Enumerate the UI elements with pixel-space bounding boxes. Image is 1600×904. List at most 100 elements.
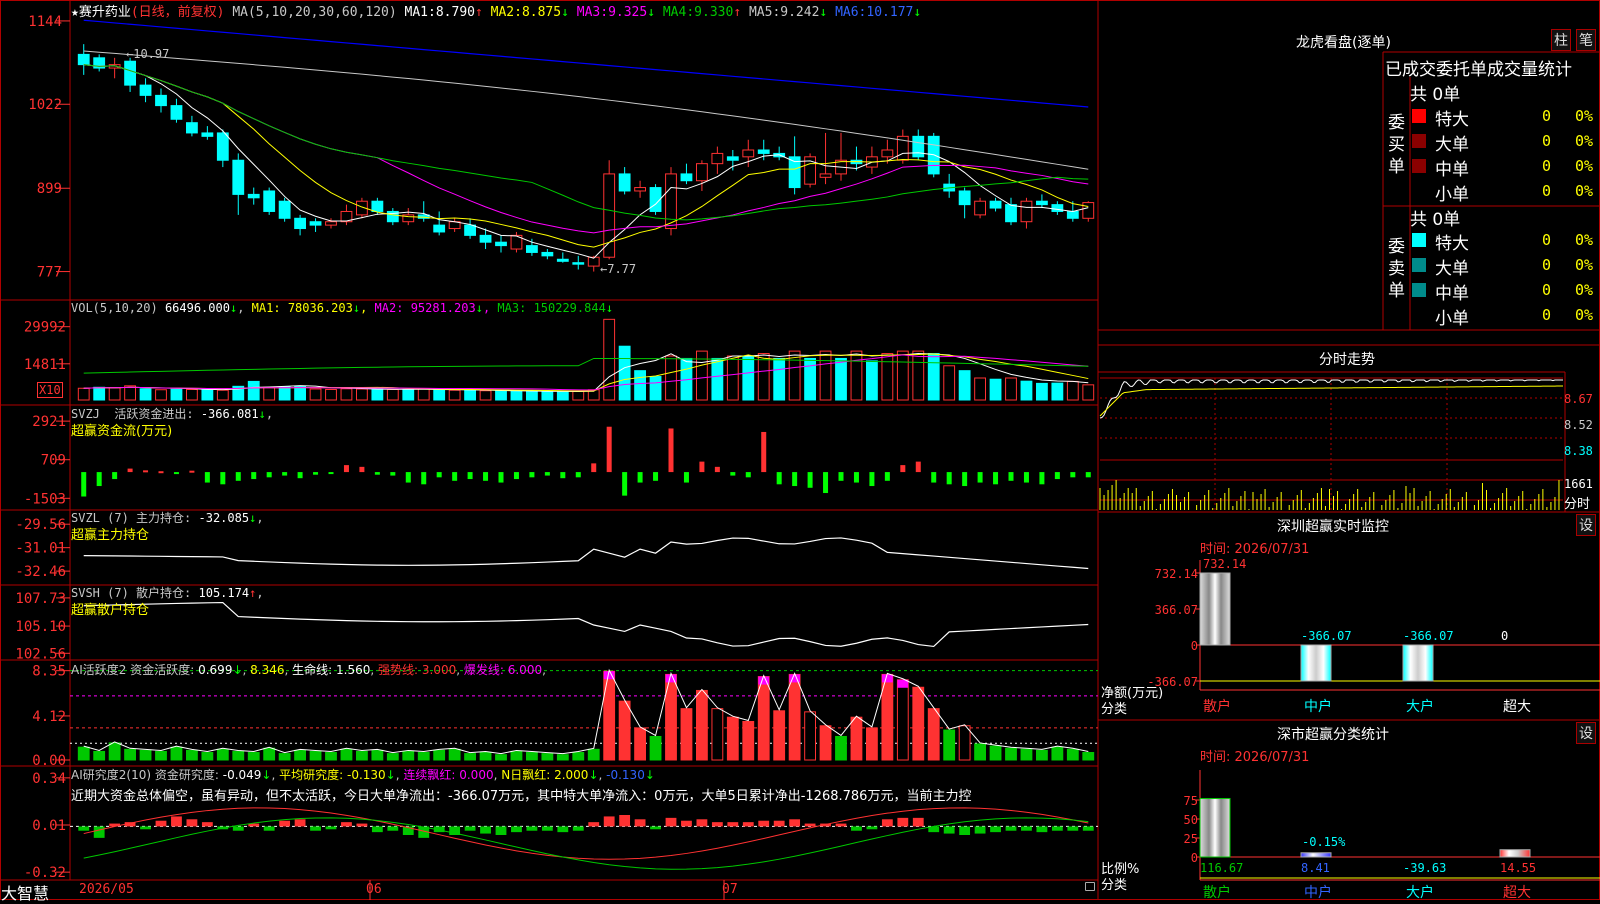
svzj-bar-5	[158, 471, 164, 474]
volume-bar-64	[1066, 380, 1079, 401]
svzj-bar-6	[173, 472, 179, 475]
volume-bar-37	[649, 376, 662, 401]
ai2-bar-29	[526, 826, 538, 831]
volume-bar-21	[402, 389, 415, 401]
ai1-bar-55	[927, 708, 940, 761]
candle-body-35	[618, 173, 631, 192]
ai1-bar-57	[958, 725, 971, 761]
candle-body-65	[1082, 202, 1095, 219]
ai2-bar-12	[263, 826, 275, 831]
ai2-bar-43	[742, 822, 754, 827]
ai1-bar-5	[155, 750, 167, 761]
ai2-bar-10	[232, 826, 244, 831]
ai1-bar-42	[726, 716, 739, 761]
volume-bar-58	[974, 377, 987, 401]
svzj-bar-65	[1085, 472, 1091, 478]
volume-bar-35	[618, 345, 631, 401]
candle-body-23	[433, 224, 446, 233]
monitor-bar-label-2: -366.07	[1403, 629, 1454, 643]
ai2-bar-50	[851, 826, 862, 831]
ai2-bar-53	[897, 817, 909, 827]
classify-bar-label-1: 8.41	[1301, 861, 1330, 875]
volume-bar-61	[1020, 380, 1033, 401]
classify-note: -0.15%	[1302, 835, 1346, 849]
svzj-bar-30	[544, 472, 550, 476]
ai1-bar-15	[309, 750, 322, 761]
candle-body-19	[371, 200, 384, 212]
ai1-bar-6	[170, 746, 183, 761]
monitor-ytick-1: 366.07	[1155, 603, 1198, 617]
ai2-ytick-0: 0.34	[32, 771, 66, 787]
svsh-ytick-0: 107.73	[15, 591, 66, 607]
volume-bar-32	[572, 390, 585, 401]
ai2-bar-42	[727, 822, 739, 827]
svzj-bar-8	[204, 472, 210, 483]
svzj-bar-14	[297, 472, 303, 479]
candle-body-36	[634, 187, 647, 192]
candle-body-44	[757, 149, 770, 154]
ai1-ytick-0: 8.35	[32, 664, 66, 680]
svzj-bar-40	[699, 461, 705, 473]
candle-body-48	[819, 173, 832, 178]
ai2-bar-45	[773, 820, 785, 827]
ai1-bar-1	[93, 750, 106, 761]
ai1-bar-65	[1082, 752, 1095, 761]
volume-bar-59	[989, 378, 1002, 401]
outer-frame	[0, 0, 1600, 900]
candle-body-12	[263, 190, 276, 212]
svzj-bar-41	[714, 466, 720, 473]
ai2-red-line	[83, 807, 1089, 860]
ai2-bar-13	[279, 820, 291, 827]
ai2-bar-58	[974, 826, 986, 834]
main-ytick-0: 1144	[28, 14, 62, 30]
ai2-bar-17	[341, 822, 352, 827]
volume-bar-1	[93, 386, 106, 401]
ai2-bar-30	[541, 826, 553, 831]
ai1-bar-43	[742, 720, 755, 761]
volume-bar-62	[1036, 382, 1048, 401]
ai1-bar-25	[464, 753, 477, 761]
svzj-bar-23	[436, 472, 442, 478]
ai2-bar-16	[325, 826, 337, 830]
ai1-bar-41	[711, 708, 724, 761]
candle-body-27	[495, 241, 507, 247]
volume-bar-47	[804, 357, 817, 401]
volume-bar-28	[510, 390, 523, 401]
volume-bar-65	[1082, 384, 1095, 401]
ai1-bar-39	[680, 708, 693, 761]
volume-bar-25	[464, 389, 477, 401]
panel-frames	[0, 0, 1600, 900]
svzl-ytick-1: -31.01	[15, 541, 66, 557]
ai1-bar-30	[541, 753, 554, 761]
ai2-bar-25	[464, 826, 476, 831]
svzj-bar-12	[266, 472, 272, 478]
svzj-bar-47	[807, 472, 813, 488]
volume-bar-48	[819, 350, 832, 401]
candle-body-3	[124, 60, 136, 86]
ai2-bar-61	[1021, 826, 1032, 831]
svzj-bar-28	[513, 472, 519, 480]
candle-body-0	[77, 53, 90, 66]
ai2-bar-31	[557, 826, 569, 833]
ai1-ytick-2: 0.00	[32, 753, 66, 769]
svzj-bar-17	[343, 465, 349, 473]
right-panels: 732.14 366.07 0 -366.07 732.14 散户 -366.07 中户 -36…	[1099, 377, 1600, 900]
monitor-bar-label-1: -366.07	[1301, 629, 1352, 643]
candle-body-42	[726, 156, 739, 161]
monitor-cat-2: 大户	[1406, 698, 1434, 715]
candle-body-41	[711, 152, 724, 165]
volume-bar-31	[556, 391, 569, 401]
candle-body-10	[232, 159, 245, 195]
ai1-bar-61	[1020, 748, 1033, 761]
candle-body-5	[155, 94, 167, 107]
svzj-bar-20	[390, 472, 396, 476]
ai2-bar-38	[665, 817, 677, 827]
ai1-bar-50	[850, 716, 863, 761]
svzj-bar-13	[282, 472, 288, 476]
ai1-bar-40	[696, 689, 708, 761]
ai2-bar-52	[881, 819, 893, 827]
ai1-bar-7	[186, 749, 198, 761]
monitor-bar-1	[1300, 644, 1332, 682]
candle-body-11	[247, 193, 260, 199]
ai2-bar-20	[387, 826, 399, 831]
